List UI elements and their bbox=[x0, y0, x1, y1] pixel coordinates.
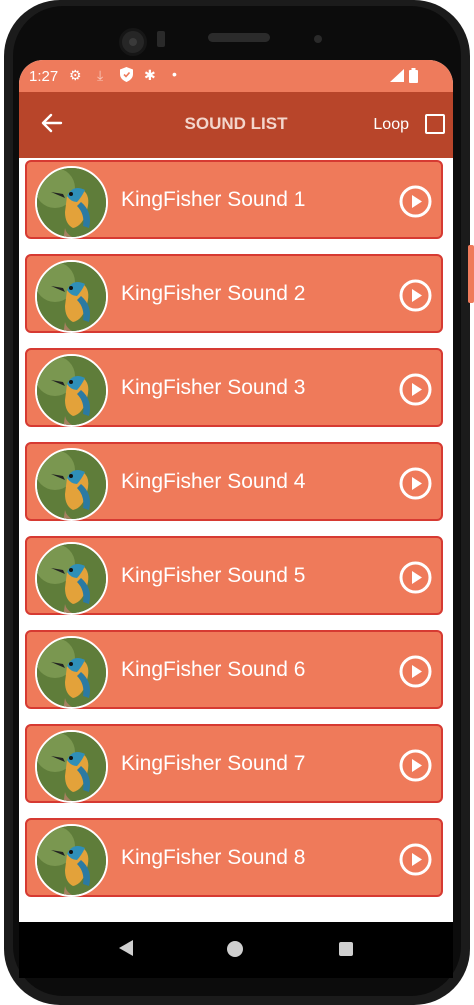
sound-list-item[interactable]: KingFisher Sound 2 bbox=[25, 254, 443, 333]
navigation-bar bbox=[19, 922, 453, 978]
status-bar: 1:27 ⚙ ⤓ ✱ • bbox=[19, 60, 453, 92]
sound-list-item[interactable]: KingFisher Sound 3 bbox=[25, 348, 443, 427]
sound-list-item[interactable]: KingFisher Sound 8 bbox=[25, 818, 443, 897]
sound-label: KingFisher Sound 3 bbox=[121, 376, 306, 399]
dot-icon: • bbox=[172, 66, 177, 82]
sound-label: KingFisher Sound 5 bbox=[121, 564, 306, 587]
phone-device: 1:27 ⚙ ⤓ ✱ • SOUND LIST Loop KingFisher … bbox=[0, 0, 474, 1005]
play-circle-icon[interactable] bbox=[399, 279, 432, 312]
play-circle-icon[interactable] bbox=[399, 655, 432, 688]
status-time: 1:27 bbox=[29, 68, 59, 85]
sound-list-item[interactable]: KingFisher Sound 6 bbox=[25, 630, 443, 709]
recents-square-icon[interactable] bbox=[339, 942, 353, 956]
battery-icon bbox=[409, 68, 418, 86]
sound-list-item[interactable]: KingFisher Sound 7 bbox=[25, 724, 443, 803]
proximity-sensor bbox=[157, 31, 165, 47]
sound-list-item[interactable]: KingFisher Sound 4 bbox=[25, 442, 443, 521]
sound-list-item[interactable]: KingFisher Sound 5 bbox=[25, 536, 443, 615]
bug-icon: ✱ bbox=[144, 67, 156, 83]
home-circle-icon[interactable] bbox=[227, 941, 243, 957]
sound-label: KingFisher Sound 2 bbox=[121, 282, 306, 305]
play-circle-icon[interactable] bbox=[399, 561, 432, 594]
back-triangle-icon[interactable] bbox=[119, 940, 133, 961]
light-sensor bbox=[314, 35, 322, 43]
sound-list-item[interactable]: KingFisher Sound 1 bbox=[25, 160, 443, 239]
play-circle-icon[interactable] bbox=[399, 843, 432, 876]
play-circle-icon[interactable] bbox=[399, 467, 432, 500]
sound-label: KingFisher Sound 8 bbox=[121, 846, 306, 869]
play-circle-icon[interactable] bbox=[399, 749, 432, 782]
front-camera-icon bbox=[119, 28, 147, 56]
shield-icon bbox=[120, 67, 133, 85]
app-bar: SOUND LIST Loop bbox=[19, 92, 453, 158]
loop-label: Loop bbox=[373, 116, 409, 133]
play-circle-icon[interactable] bbox=[399, 373, 432, 406]
kingfisher-avatar bbox=[35, 166, 108, 239]
sound-label: KingFisher Sound 1 bbox=[121, 188, 306, 211]
play-circle-icon[interactable] bbox=[399, 185, 432, 218]
app-screen: 1:27 ⚙ ⤓ ✱ • SOUND LIST Loop KingFisher … bbox=[19, 60, 453, 922]
download-icon: ⤓ bbox=[97, 67, 104, 83]
settings-icon: ⚙ bbox=[69, 67, 82, 83]
signal-icon bbox=[390, 69, 404, 85]
kingfisher-avatar bbox=[35, 824, 108, 897]
kingfisher-avatar bbox=[35, 354, 108, 427]
kingfisher-avatar bbox=[35, 260, 108, 333]
sound-label: KingFisher Sound 4 bbox=[121, 470, 306, 493]
side-button bbox=[468, 245, 474, 303]
earpiece-speaker bbox=[208, 33, 270, 42]
kingfisher-avatar bbox=[35, 542, 108, 615]
loop-checkbox[interactable] bbox=[425, 114, 445, 134]
kingfisher-avatar bbox=[35, 448, 108, 521]
kingfisher-avatar bbox=[35, 636, 108, 709]
sound-label: KingFisher Sound 6 bbox=[121, 658, 306, 681]
kingfisher-avatar bbox=[35, 730, 108, 803]
sound-label: KingFisher Sound 7 bbox=[121, 752, 306, 775]
